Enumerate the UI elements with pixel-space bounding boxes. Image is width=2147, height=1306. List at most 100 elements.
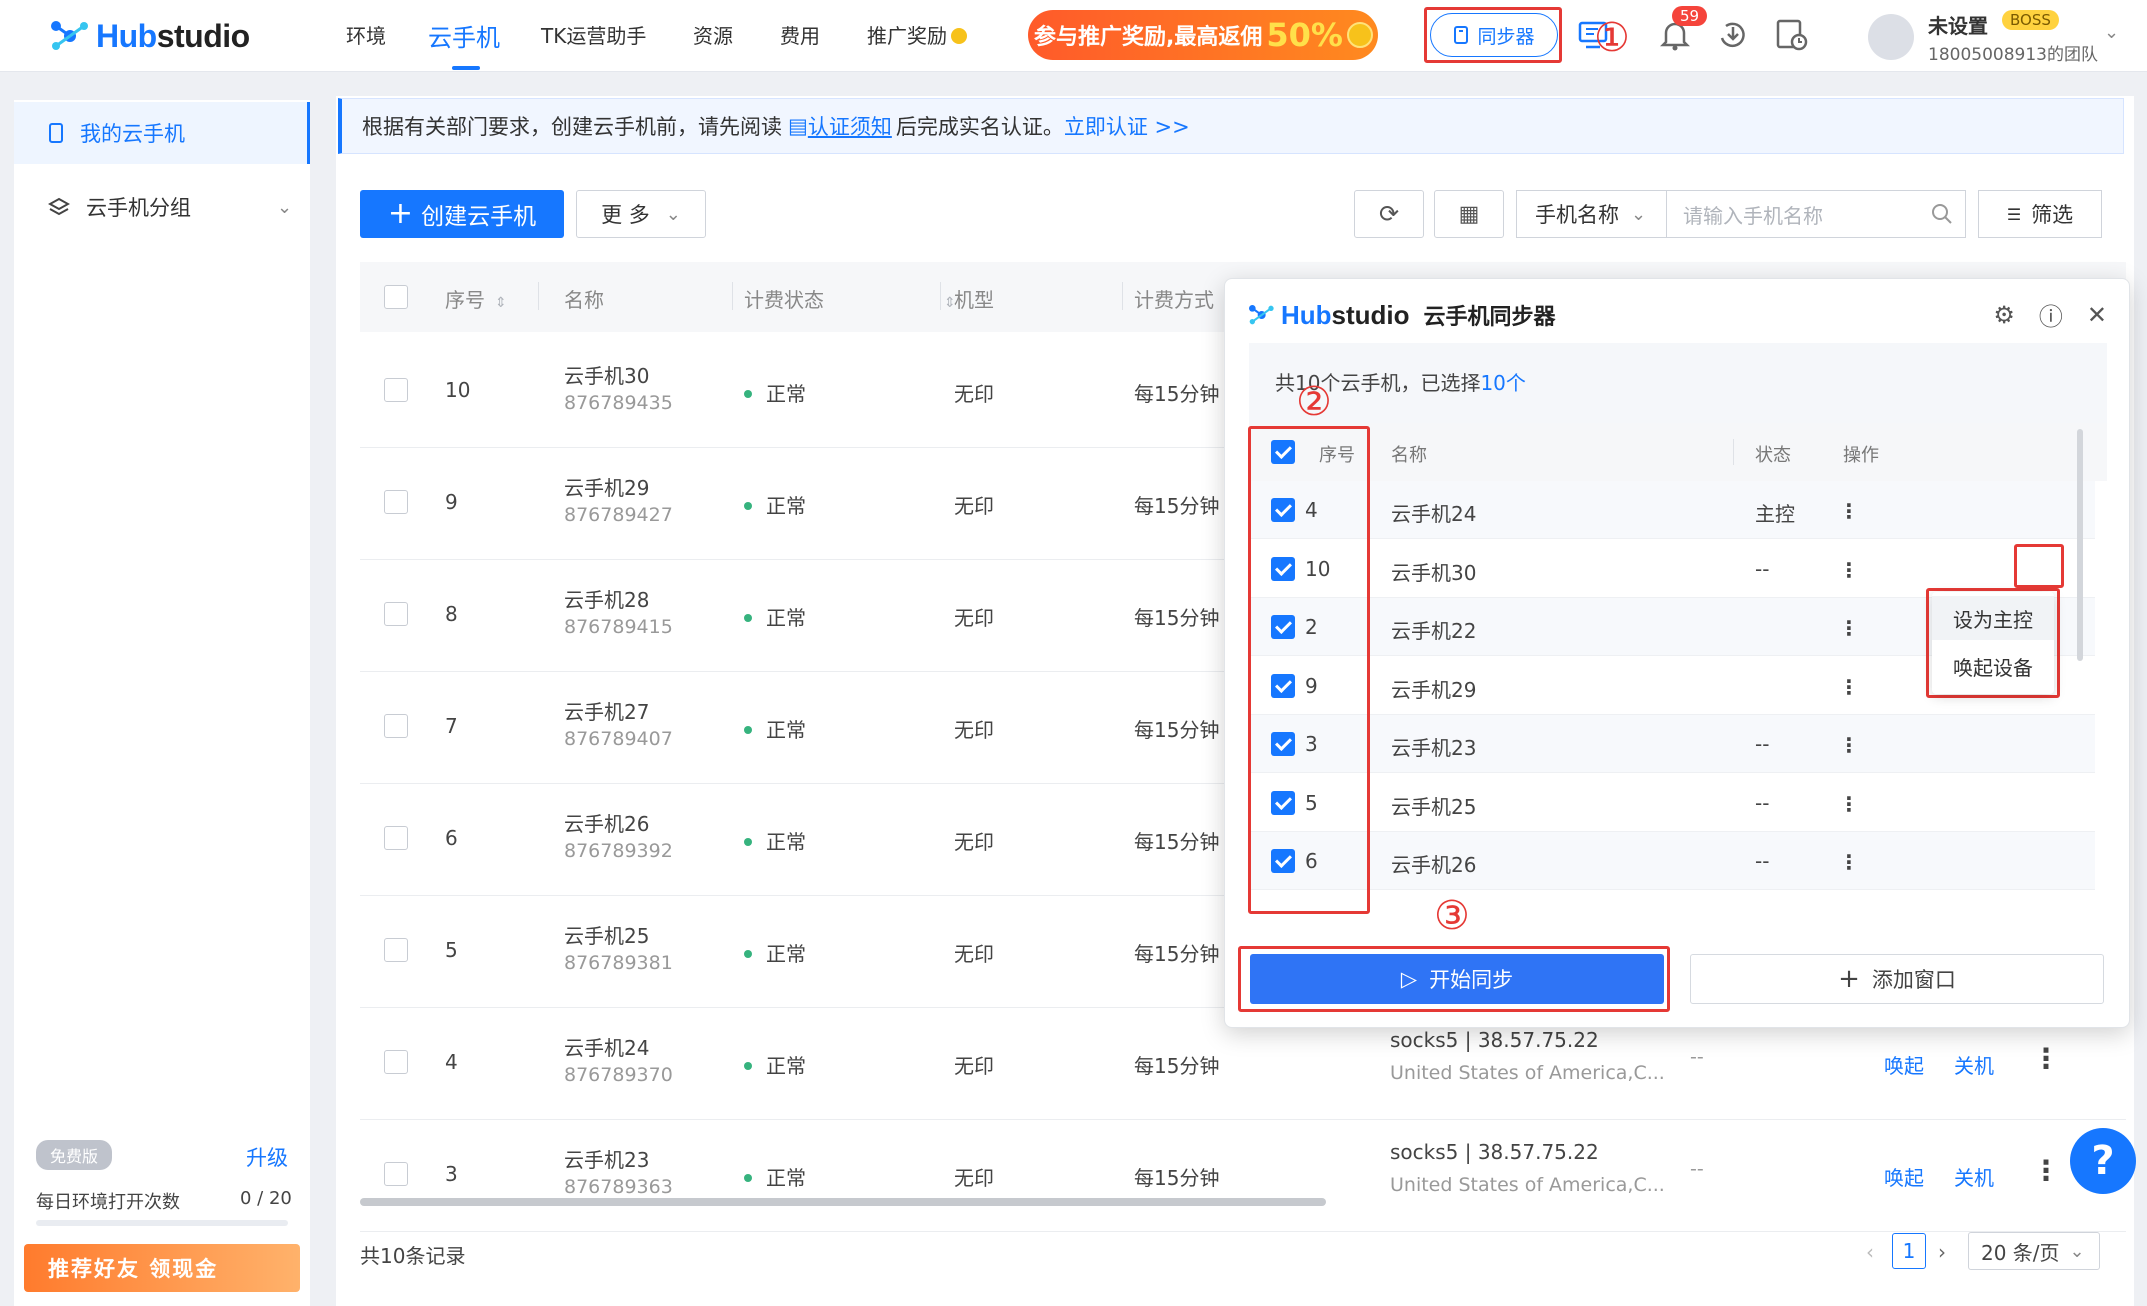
sync-table-row[interactable]: 5 云手机25 -- ⋮ (1249, 774, 2095, 832)
search-field-label: 手机名称 (1535, 203, 1619, 227)
app-logo[interactable]: Hubstudio (48, 14, 250, 58)
status-dot-icon (744, 502, 752, 510)
more-vertical-icon[interactable]: ⋮ (1839, 794, 1859, 814)
sync-row-name: 云手机30 (1391, 560, 1477, 585)
more-vertical-icon[interactable]: ⋮ (1839, 560, 1859, 580)
shutdown-link[interactable]: 关机 (1954, 1050, 1994, 1079)
row-checkbox[interactable] (384, 378, 408, 402)
row-status: 正常 (744, 490, 806, 519)
row-checkbox[interactable] (384, 826, 408, 850)
promo-coin-icon (1346, 22, 1373, 48)
wake-link[interactable]: 唤起 (1884, 1162, 1924, 1191)
wake-link[interactable]: 唤起 (1884, 1050, 1924, 1079)
select-all-checkbox[interactable] (384, 285, 408, 309)
search-field-select[interactable]: 手机名称 ⌄ (1516, 190, 1666, 238)
more-dropdown[interactable]: 更 多 ⌄ (576, 190, 706, 238)
page-number-current[interactable]: 1 (1892, 1233, 1926, 1269)
col-billing-status[interactable]: 计费状态 ⇕ (744, 284, 956, 313)
nav-item-cloud-phone[interactable]: 云手机 (428, 18, 500, 53)
shutdown-link[interactable]: 关机 (1954, 1162, 1994, 1191)
daily-open-progress (36, 1220, 288, 1226)
nav-item-environment[interactable]: 环境 (346, 20, 386, 49)
sidebar-item-label: 我的云手机 (80, 122, 185, 146)
download-icon[interactable] (1716, 18, 1750, 57)
more-vertical-icon[interactable]: ⋮ (2032, 1042, 2060, 1075)
row-name: 云手机27 (564, 700, 650, 724)
row-dash: -- (1690, 1046, 1704, 1068)
refresh-button[interactable]: ⟳ (1354, 190, 1424, 238)
nav-item-fees[interactable]: 费用 (780, 20, 820, 49)
sidebar-item-phone-groups[interactable]: 云手机分组 ⌄ (14, 176, 310, 238)
avatar[interactable] (1868, 14, 1914, 60)
grid-icon: ▦ (1458, 201, 1480, 227)
refer-friend-banner[interactable]: 推荐好友 领现金 (24, 1244, 300, 1292)
start-sync-button[interactable]: ▷ 开始同步 (1250, 954, 1664, 1004)
upgrade-link[interactable]: 升级 (246, 1142, 288, 1172)
more-vertical-icon[interactable]: ⋮ (1839, 735, 1859, 755)
more-vertical-icon[interactable]: ⋮ (1839, 501, 1859, 521)
row-checkbox[interactable] (384, 714, 408, 738)
sync-table-row[interactable]: 6 云手机26 -- ⋮ (1249, 832, 2095, 890)
row-checkbox[interactable] (384, 938, 408, 962)
nav-item-tk-assistant[interactable]: TK运营助手 (541, 20, 646, 49)
sync-row-status: -- (1755, 556, 1770, 581)
nav-item-promotion[interactable]: 推广奖励 (867, 20, 967, 49)
nav-item-resources[interactable]: 资源 (693, 20, 733, 49)
row-model: 无印 (954, 830, 994, 854)
horizontal-scrollbar[interactable] (360, 1198, 1326, 1206)
search-input[interactable]: 请输入手机名称 (1666, 190, 1966, 238)
dialog-brand: Hubstudio (1281, 300, 1410, 331)
sync-table-row[interactable]: 4 云手机24 主控 ⋮ (1249, 481, 2095, 539)
gear-icon[interactable]: ⚙ (1993, 301, 2015, 329)
row-name: 云手机30 (564, 364, 650, 388)
page-size-label: 20 条/页 (1981, 1240, 2060, 1265)
create-phone-button[interactable]: + 创建云手机 (360, 190, 564, 238)
row-checkbox[interactable] (384, 602, 408, 626)
promo-banner[interactable]: 参与推广奖励,最高返佣 50% (1028, 10, 1378, 60)
annotation-box-checkboxes (1248, 426, 1370, 914)
filter-button[interactable]: ☰ 筛选 (1978, 190, 2102, 238)
grid-view-button[interactable]: ▦ (1434, 190, 1504, 238)
row-status-label: 正常 (766, 718, 806, 742)
notification-badge: 59 (1672, 6, 1708, 26)
row-checkbox[interactable] (384, 1050, 408, 1074)
sync-table-scrollbar[interactable] (2077, 429, 2083, 661)
col-model: 机型 (954, 288, 994, 312)
help-circle-icon[interactable]: ⓘ (2039, 297, 2063, 332)
chevron-down-icon: ⌄ (1631, 203, 1647, 225)
table-row[interactable]: 3 云手机23 876789363 正常 无印 每15分钟 socks5 | 38.57.7… (360, 1120, 2126, 1232)
notice-doc-link[interactable]: 认证须知 (808, 111, 892, 141)
row-name: 云手机28 (564, 588, 650, 612)
layers-icon (48, 197, 70, 216)
more-label: 更 多 (601, 203, 650, 227)
row-checkbox[interactable] (384, 490, 408, 514)
page-size-select[interactable]: 20 条/页 ⌄ (1968, 1232, 2100, 1270)
sync-table-row[interactable]: 3 云手机23 -- ⋮ (1249, 715, 2095, 773)
row-name: 云手机23 (564, 1148, 650, 1172)
start-sync-label: 开始同步 (1429, 968, 1514, 992)
sidebar-item-my-phones[interactable]: 我的云手机 (14, 102, 310, 164)
phone-icon (49, 123, 63, 143)
row-name: 云手机29 (564, 476, 650, 500)
sync-button[interactable]: 同步器 (1430, 13, 1558, 57)
row-checkbox[interactable] (384, 1162, 408, 1186)
more-vertical-icon[interactable]: ⋮ (1839, 852, 1859, 872)
add-window-button[interactable]: + 添加窗口 (1690, 954, 2104, 1004)
verify-now-link[interactable]: 立即认证 >> (1064, 111, 1190, 141)
more-vertical-icon[interactable]: ⋮ (1839, 677, 1859, 697)
annotation-marker-2: ② (1296, 379, 1332, 425)
task-clock-icon[interactable] (1774, 18, 1808, 57)
col-no[interactable]: 序号 ⇕ (445, 284, 507, 313)
more-vertical-icon[interactable]: ⋮ (2032, 1154, 2060, 1187)
wake-device-menu-item[interactable]: 唤起设备 (1932, 644, 2054, 688)
user-menu-chevron-icon[interactable]: ⌄ (2104, 22, 2119, 43)
set-master-menu-item[interactable]: 设为主控 (1932, 596, 2054, 640)
more-vertical-icon[interactable]: ⋮ (1839, 618, 1859, 638)
next-page-icon[interactable]: › (1938, 1234, 1946, 1270)
row-billing: 每15分钟 (1134, 830, 1220, 854)
close-icon[interactable]: ✕ (2087, 301, 2107, 329)
row-billing: 每15分钟 (1134, 382, 1220, 406)
prev-page-icon[interactable]: ‹ (1866, 1234, 1874, 1270)
help-button[interactable]: ? (2070, 1128, 2136, 1194)
row-status: 正常 (744, 602, 806, 631)
